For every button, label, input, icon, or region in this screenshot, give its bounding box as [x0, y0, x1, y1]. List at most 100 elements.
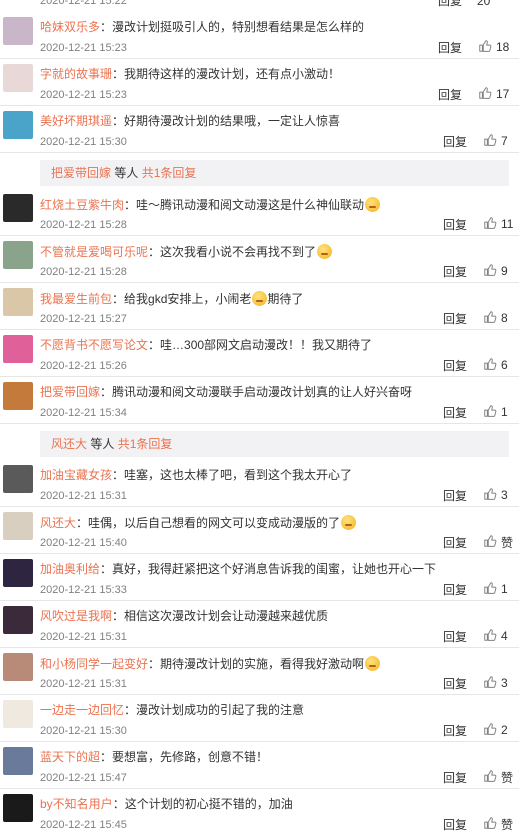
divider: [0, 741, 519, 742]
like-button[interactable]: 赞: [483, 816, 513, 832]
like-count: 6: [501, 358, 508, 372]
comment-date: 2020-12-21 15:45: [40, 819, 127, 831]
reply-button[interactable]: 回复: [443, 265, 467, 279]
like-button[interactable]: 18: [478, 39, 509, 55]
like-button[interactable]: 9: [483, 263, 508, 279]
username-link[interactable]: 不愿背书不愿写论文: [40, 338, 148, 352]
like-button[interactable]: 2: [483, 722, 508, 738]
reply-button[interactable]: 回复: [443, 630, 467, 644]
reply-button[interactable]: 回复: [443, 218, 467, 232]
like-button[interactable]: 4: [483, 628, 508, 644]
thumbs-up-icon: [483, 722, 497, 739]
thumbs-up-icon: [483, 310, 497, 327]
like-button[interactable]: 3: [483, 487, 508, 503]
comment-date: 2020-12-21 15:40: [40, 537, 127, 549]
divider: [0, 152, 519, 153]
like-button[interactable]: 赞: [483, 534, 513, 550]
sub-reply-user[interactable]: 把爱带回嫁: [51, 166, 111, 180]
comment-text: 哇偶，以后自己想看的网文可以变成动漫版的了: [88, 516, 341, 530]
reply-button[interactable]: 回复: [443, 583, 467, 597]
like-button[interactable]: 17: [478, 86, 509, 102]
comment-line: 和小杨同学一起变好：期待漫改计划的实施，看得我好激动啊: [40, 656, 381, 671]
comment-date: 2020-12-21 15:23: [40, 89, 127, 101]
comment-item: 把爱带回嫁：腾讯动漫和阅文动漫联手启动漫改计划真的让人好兴奋呀 2020-12-2…: [0, 377, 519, 424]
reply-button[interactable]: 回复: [443, 818, 467, 832]
previous-comment-fragment: 2020-12-21 15:22 回复 20: [0, 0, 519, 12]
username-link[interactable]: 蓝天下的超: [40, 750, 100, 764]
sub-reply-summary[interactable]: 把爱带回嫁 等人 共1条回复: [40, 160, 509, 186]
username-link[interactable]: 美好坏期琪遥: [40, 114, 112, 128]
reply-button[interactable]: 回复: [443, 724, 467, 738]
sub-reply-count[interactable]: 共1条回复: [118, 437, 173, 451]
avatar[interactable]: [3, 382, 33, 410]
comment-date: 2020-12-21 15:31: [40, 490, 127, 502]
avatar[interactable]: [3, 335, 33, 363]
comment-date: 2020-12-21 15:31: [40, 678, 127, 690]
username-link[interactable]: 红烧土豆紫牛肉: [40, 198, 124, 212]
avatar[interactable]: [3, 559, 33, 587]
username-link[interactable]: 一边走一边回忆: [40, 703, 124, 717]
username-link[interactable]: 加油宝藏女孩: [40, 468, 112, 482]
username-link[interactable]: 不管就是爱喝可乐呢: [40, 245, 148, 259]
avatar[interactable]: [3, 111, 33, 139]
reply-button[interactable]: 回复: [443, 489, 467, 503]
avatar[interactable]: [3, 794, 33, 822]
sub-reply-user[interactable]: 风还大: [51, 437, 87, 451]
reply-button[interactable]: 回复: [443, 536, 467, 550]
avatar[interactable]: [3, 194, 33, 222]
avatar[interactable]: [3, 747, 33, 775]
reply-button[interactable]: 回复: [443, 677, 467, 691]
reply-button[interactable]: 回复: [438, 0, 462, 8]
avatar[interactable]: [3, 17, 33, 45]
comment-item: 美好坏期琪遥：好期待漫改计划的结果哦，一定让人惊喜 2020-12-21 15:3…: [0, 106, 519, 153]
avatar[interactable]: [3, 512, 33, 540]
username-link[interactable]: 字就的故事珊: [40, 67, 112, 81]
username-link[interactable]: 我最爱生前包: [40, 292, 112, 306]
like-button[interactable]: 1: [483, 581, 508, 597]
avatar[interactable]: [3, 653, 33, 681]
avatar[interactable]: [3, 64, 33, 92]
like-count: 18: [496, 40, 510, 54]
like-button[interactable]: 3: [483, 675, 508, 691]
reply-button[interactable]: 回复: [443, 312, 467, 326]
like-count[interactable]: 20: [477, 0, 490, 8]
avatar[interactable]: [3, 241, 33, 269]
avatar[interactable]: [3, 465, 33, 493]
sub-reply-summary[interactable]: 风还大 等人 共1条回复: [40, 431, 509, 457]
comment-item: 加油奥利给：真好，我得赶紧把这个好消息告诉我的闺蜜，让她也开心一下 2020-12…: [0, 554, 519, 601]
thumbs-up-icon: [478, 86, 492, 103]
avatar[interactable]: [3, 700, 33, 728]
comment-date: 2020-12-21 15:34: [40, 407, 127, 419]
username-link[interactable]: by不知名用户: [40, 797, 113, 811]
comment-text-tail: 期待了: [267, 292, 304, 306]
like-count: 17: [496, 87, 510, 101]
like-button[interactable]: 7: [483, 133, 508, 149]
sub-reply-mid: 等人: [87, 437, 118, 451]
comment-line: by不知名用户：这个计划的初心挺不错的，加油: [40, 797, 293, 811]
reply-button[interactable]: 回复: [443, 359, 467, 373]
comment-text: 漫改计划成功的引起了我的注意: [136, 703, 305, 717]
reply-button[interactable]: 回复: [443, 406, 467, 420]
comment-date: 2020-12-21 15:47: [40, 772, 127, 784]
comment-date: 2020-12-21 15:22: [40, 0, 127, 7]
username-link[interactable]: 加油奥利给: [40, 562, 100, 576]
avatar[interactable]: [3, 606, 33, 634]
reply-button[interactable]: 回复: [443, 135, 467, 149]
reply-button[interactable]: 回复: [443, 771, 467, 785]
username-link[interactable]: 和小杨同学一起变好: [40, 657, 148, 671]
like-button[interactable]: 1: [483, 404, 508, 420]
comment-date: 2020-12-21 15:30: [40, 725, 127, 737]
username-link[interactable]: 哈妹双乐多: [40, 20, 100, 34]
like-button[interactable]: 6: [483, 357, 508, 373]
like-button[interactable]: 8: [483, 310, 508, 326]
sub-reply-count[interactable]: 共1条回复: [142, 166, 197, 180]
avatar[interactable]: [3, 288, 33, 316]
username-link[interactable]: 把爱带回嫁: [40, 385, 100, 399]
like-button[interactable]: 赞: [483, 769, 513, 785]
like-button[interactable]: 11: [483, 216, 513, 232]
reply-button[interactable]: 回复: [438, 88, 462, 102]
username-link[interactable]: 风还大: [40, 516, 76, 530]
divider: [0, 329, 519, 330]
reply-button[interactable]: 回复: [438, 41, 462, 55]
username-link[interactable]: 风吹过是我啊: [40, 609, 112, 623]
